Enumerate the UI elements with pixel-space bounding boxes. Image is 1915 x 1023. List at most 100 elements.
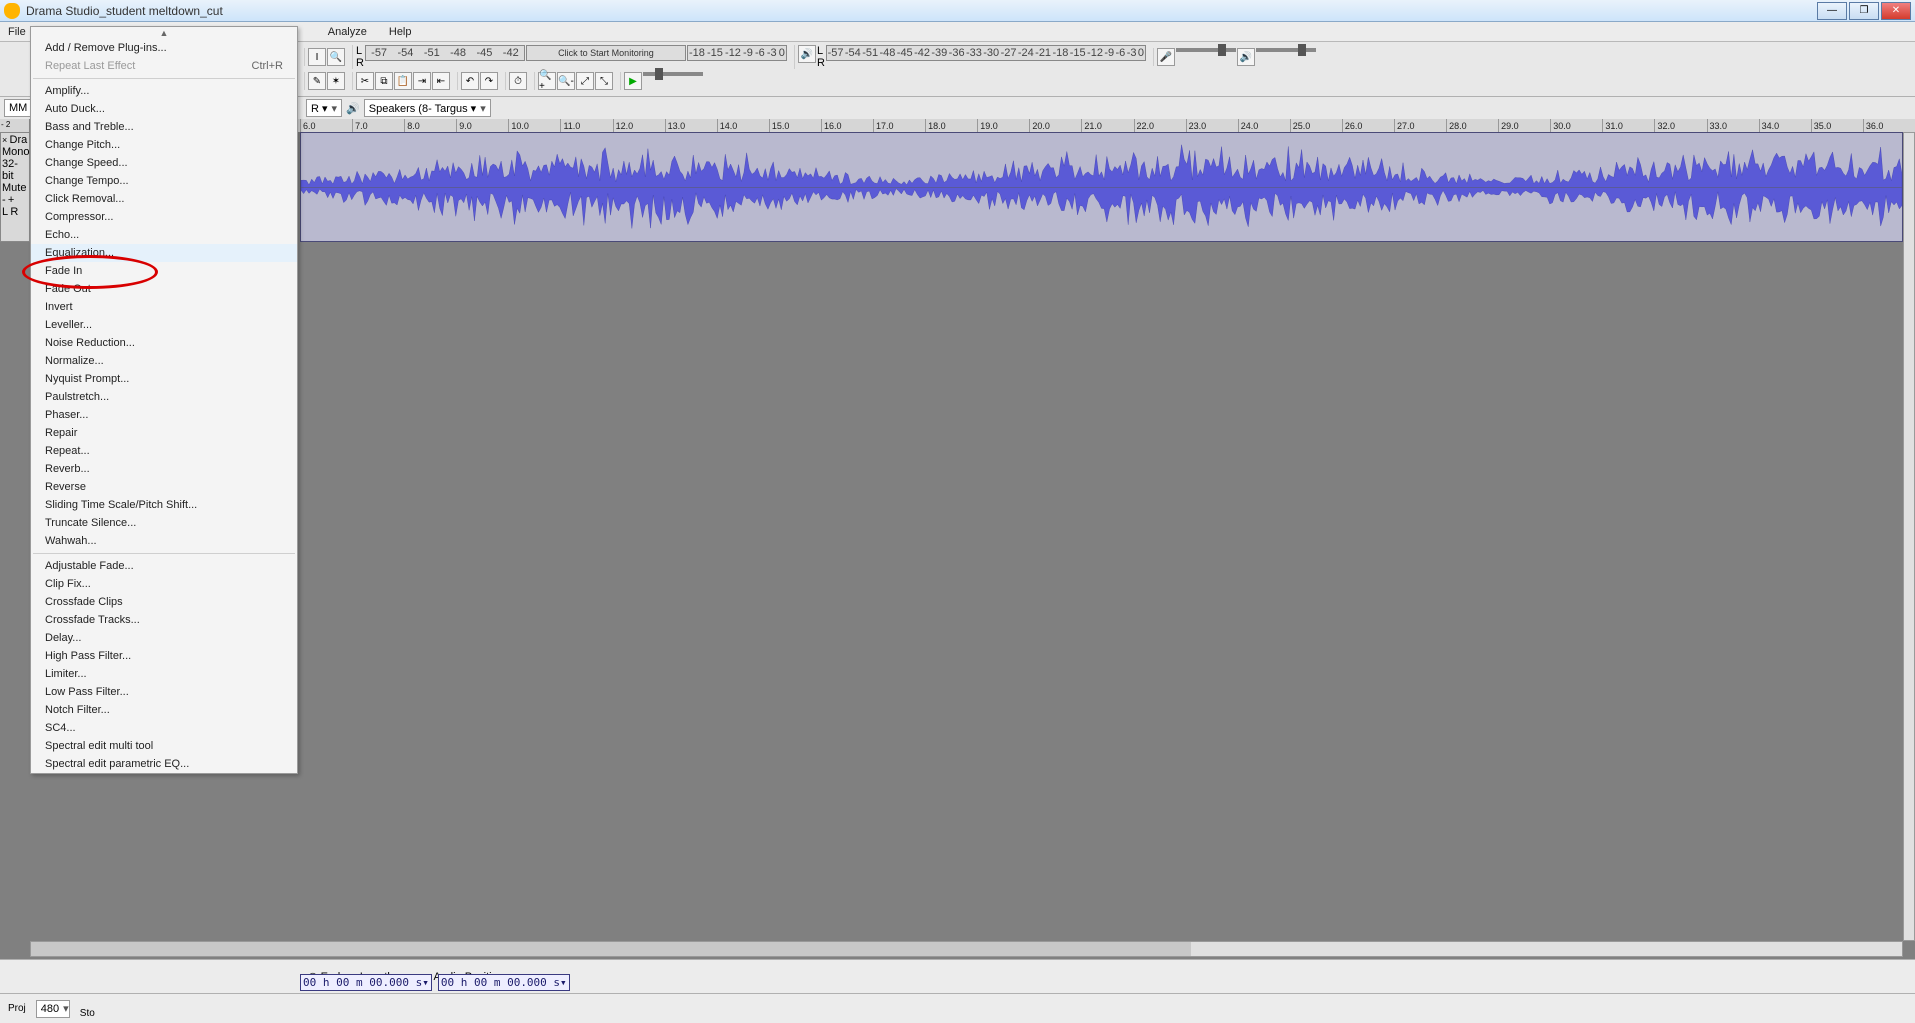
play-icon[interactable]: ▶ [624,72,642,90]
playback-speed-slider[interactable] [643,72,703,76]
window-buttons: — ❐ ✕ [1817,2,1911,20]
menu-separator [33,78,295,79]
play-meter[interactable]: -57-54-51-48-45-42-39-36-33-30-27-24-21-… [826,45,1146,61]
record-meter-left: -57-54-51-48-45-42 [365,45,525,61]
pan-left-label: L [2,206,8,218]
play-meter-lr-label: LR [817,45,825,69]
effect-menu-dropdown: ▲ Add / Remove Plug-ins...Repeat Last Ef… [30,26,298,774]
track-close-icon[interactable]: × [2,135,7,145]
waveform-display[interactable] [300,132,1903,242]
zoom-out-icon[interactable]: 🔍- [557,72,575,90]
menu-item-bass-and-treble-[interactable]: Bass and Treble... [31,118,297,136]
record-meter[interactable]: Click to Start Monitoring [526,45,686,61]
menu-item-amplify-[interactable]: Amplify... [31,82,297,100]
vertical-scrollbar[interactable] [1903,132,1915,941]
playback-device-select[interactable]: Speakers (8- Targus ▾ [364,99,491,117]
mute-button[interactable]: Mute [2,182,26,194]
menu-item-paulstretch-[interactable]: Paulstretch... [31,388,297,406]
selection-bar: ◉ End ○ Length Audio Position: [0,959,1915,993]
input-volume-slider[interactable] [1176,48,1236,52]
menu-item-sliding-time-scale-pitch-shift-[interactable]: Sliding Time Scale/Pitch Shift... [31,496,297,514]
menu-item-change-tempo-[interactable]: Change Tempo... [31,172,297,190]
menu-item-phaser-[interactable]: Phaser... [31,406,297,424]
project-rate-label: Proj [8,1003,26,1014]
maximize-button[interactable]: ❐ [1849,2,1879,20]
redo-icon[interactable]: ↷ [480,72,498,90]
menu-item-normalize-[interactable]: Normalize... [31,352,297,370]
menu-help[interactable]: Help [385,24,416,40]
menu-item-equalization-[interactable]: Equalization... [31,244,297,262]
menu-item-reverse[interactable]: Reverse [31,478,297,496]
track-name[interactable]: Dra [10,134,28,146]
menu-item-repair[interactable]: Repair [31,424,297,442]
menu-file[interactable]: File [4,24,30,40]
output-speaker-icon: 🔊 [346,102,360,115]
output-volume-slider[interactable] [1256,48,1316,52]
multi-tool-icon[interactable]: ✶ [327,72,345,90]
menu-item-limiter-[interactable]: Limiter... [31,665,297,683]
app-icon [4,3,20,19]
audio-host-select[interactable]: MM [4,99,32,117]
menu-scroll-up-icon[interactable]: ▲ [31,27,297,39]
menu-item-change-pitch-[interactable]: Change Pitch... [31,136,297,154]
close-button[interactable]: ✕ [1881,2,1911,20]
audio-position-field[interactable]: 00 h 00 m 00.000 s▾ [438,974,570,991]
menu-item-fade-out[interactable]: Fade Out [31,280,297,298]
mic-icon: 🎤 [1157,48,1175,66]
silence-icon[interactable]: ⇤ [432,72,450,90]
copy-icon[interactable]: ⧉ [375,72,393,90]
gain-plus-icon[interactable]: + [8,194,14,206]
menu-item-fade-in[interactable]: Fade In [31,262,297,280]
track-control-panel[interactable]: × Dra Mono, 32-bit Mute - + L R [0,132,30,242]
menu-item-crossfade-clips[interactable]: Crossfade Clips [31,593,297,611]
menu-item-click-removal-[interactable]: Click Removal... [31,190,297,208]
menu-item-low-pass-filter-[interactable]: Low Pass Filter... [31,683,297,701]
menu-item-spectral-edit-parametric-eq-[interactable]: Spectral edit parametric EQ... [31,755,297,773]
zero-line [301,187,1902,188]
window-title: Drama Studio_student meltdown_cut [26,4,1817,18]
fit-project-icon[interactable]: ⤡ [595,72,613,90]
menu-analyze[interactable]: Analyze [324,24,371,40]
paste-icon[interactable]: 📋 [394,72,412,90]
menu-item-leveller-[interactable]: Leveller... [31,316,297,334]
menu-item-wahwah-[interactable]: Wahwah... [31,532,297,550]
menu-item-change-speed-[interactable]: Change Speed... [31,154,297,172]
menu-item-noise-reduction-[interactable]: Noise Reduction... [31,334,297,352]
menu-item-echo-[interactable]: Echo... [31,226,297,244]
pan-right-label: R [10,206,18,218]
menu-item-spectral-edit-multi-tool[interactable]: Spectral edit multi tool [31,737,297,755]
fit-selection-icon[interactable]: ⤢ [576,72,594,90]
menu-item-clip-fix-[interactable]: Clip Fix... [31,575,297,593]
menu-item-truncate-silence-[interactable]: Truncate Silence... [31,514,297,532]
menu-item-high-pass-filter-[interactable]: High Pass Filter... [31,647,297,665]
minimize-button[interactable]: — [1817,2,1847,20]
cut-icon[interactable]: ✂ [356,72,374,90]
menu-item-nyquist-prompt-[interactable]: Nyquist Prompt... [31,370,297,388]
menu-item-sc-[interactable]: SC4... [31,719,297,737]
draw-tool-icon[interactable]: ✎ [308,72,326,90]
trim-icon[interactable]: ⇥ [413,72,431,90]
horizontal-scrollbar[interactable] [30,941,1903,957]
track-info1: Mono, [2,146,30,158]
sync-lock-icon[interactable]: ⏱ [509,72,527,90]
menu-item-invert[interactable]: Invert [31,298,297,316]
menu-item-compressor-[interactable]: Compressor... [31,208,297,226]
gain-minus-icon[interactable]: - [2,194,6,206]
menu-item-crossfade-tracks-[interactable]: Crossfade Tracks... [31,611,297,629]
project-rate-select[interactable]: 480 [36,1000,70,1018]
recording-device-select[interactable]: R ▾ [306,99,342,117]
undo-icon[interactable]: ↶ [461,72,479,90]
record-meter-right: -18-15-12-9-6-30 [687,45,787,61]
cursor-tool-icon[interactable]: I [308,48,326,66]
menu-item-auto-duck-[interactable]: Auto Duck... [31,100,297,118]
zoom-in-icon[interactable]: 🔍+ [538,72,556,90]
menu-item-add-remove-plug-ins-[interactable]: Add / Remove Plug-ins... [31,39,297,57]
menu-item-reverb-[interactable]: Reverb... [31,460,297,478]
zoom-tool-icon[interactable]: 🔍 [327,48,345,66]
menu-item-repeat-[interactable]: Repeat... [31,442,297,460]
menu-item-delay-[interactable]: Delay... [31,629,297,647]
menu-item-notch-filter-[interactable]: Notch Filter... [31,701,297,719]
scrollbar-thumb[interactable] [31,942,1191,956]
selection-end-field[interactable]: 00 h 00 m 00.000 s▾ [300,974,432,991]
menu-item-adjustable-fade-[interactable]: Adjustable Fade... [31,557,297,575]
